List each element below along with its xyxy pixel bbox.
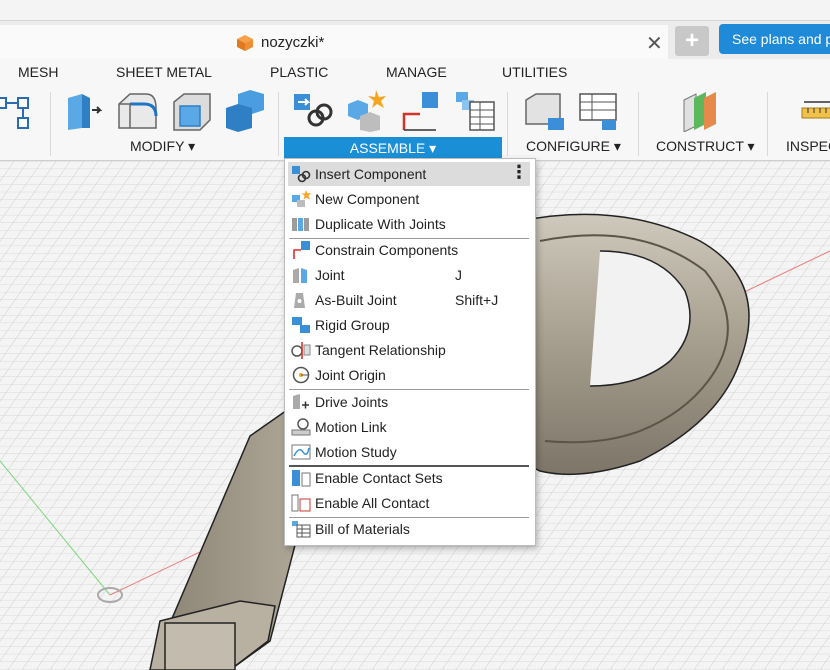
menu-item-label: Constrain Components	[315, 242, 459, 258]
menu-item-new-component[interactable]: New Component	[288, 187, 530, 211]
handle-tip	[164, 622, 236, 670]
tab-plastic[interactable]: PLASTIC	[270, 64, 328, 80]
plus-icon[interactable]: +	[675, 26, 709, 56]
tab-utilities[interactable]: UTILITIES	[502, 64, 567, 80]
motion-study-icon	[291, 444, 311, 460]
menu-item-label: Drive Joints	[315, 394, 389, 410]
menu-item-label: Insert Component	[315, 166, 427, 182]
tangent-icon	[291, 342, 311, 359]
offset-plane-icon[interactable]	[680, 90, 722, 132]
ribbon-separator	[278, 92, 279, 156]
inspect-group-label[interactable]: INSPEC	[786, 138, 830, 154]
ribbon-separator	[507, 92, 508, 156]
insert-component-tool-icon[interactable]	[292, 90, 334, 132]
joint-origin-icon	[292, 366, 310, 384]
menu-item-motion-link[interactable]: Motion Link	[288, 415, 530, 439]
joint-icon	[293, 268, 307, 283]
mesh-tool-icon[interactable]	[0, 90, 36, 132]
rigid-group-icon	[292, 317, 310, 333]
ribbon-separator	[50, 92, 51, 156]
fillet-icon[interactable]	[116, 90, 158, 132]
as-built-joint-icon	[294, 293, 305, 308]
menu-item-bill-of-materials[interactable]: Bill of Materials	[288, 517, 530, 541]
shortcut-label: Shift+J	[455, 292, 499, 308]
assemble-group-label[interactable]: ASSEMBLE ▾	[284, 137, 502, 159]
menu-item-label: Bill of Materials	[315, 521, 410, 537]
document-tab[interactable]: nozyczki* ✕	[0, 25, 668, 59]
menu-item-insert-component[interactable]: Insert Component ⋮	[288, 162, 530, 186]
see-plans-button[interactable]: See plans and p	[719, 24, 830, 54]
more-options-icon[interactable]: ⋮	[510, 162, 528, 183]
menu-item-label: Joint	[315, 267, 345, 283]
close-tab-icon[interactable]: ✕	[646, 31, 663, 56]
configuration-table-icon[interactable]	[578, 90, 620, 132]
menu-item-label: Enable Contact Sets	[315, 470, 443, 486]
document-title: nozyczki*	[261, 34, 325, 51]
assemble-dropdown-menu: Insert Component ⋮ New Component Duplica…	[284, 158, 536, 546]
configure-icon[interactable]	[524, 90, 566, 132]
title-strip: )	[0, 0, 830, 21]
menu-item-drive-joints[interactable]: Drive Joints	[288, 390, 530, 414]
menu-item-as-built-joint[interactable]: As-Built Joint Shift+J	[288, 288, 530, 312]
menu-item-label: Motion Link	[315, 419, 387, 435]
tab-manage[interactable]: MANAGE	[386, 64, 447, 80]
menu-item-duplicate-with-joints[interactable]: Duplicate With Joints	[288, 212, 530, 236]
contact-sets-icon	[292, 470, 311, 487]
component-cube-icon	[237, 35, 253, 51]
all-contact-icon	[291, 494, 311, 512]
ribbon-separator	[767, 92, 768, 156]
bom-tool-icon[interactable]	[454, 90, 496, 132]
ribbon-tab-row: MESH SHEET METAL PLASTIC MANAGE UTILITIE…	[0, 59, 830, 86]
menu-item-label: Tangent Relationship	[315, 342, 446, 358]
modify-group-label[interactable]: MODIFY ▾	[130, 138, 195, 155]
constrain-icon	[293, 241, 310, 259]
menu-item-constrain-components[interactable]: Constrain Components	[288, 238, 530, 262]
menu-item-label: Enable All Contact	[315, 495, 430, 511]
press-pull-icon[interactable]	[64, 90, 106, 132]
ribbon-separator	[638, 92, 639, 156]
shortcut-label: J	[455, 267, 462, 283]
measure-icon[interactable]	[800, 90, 830, 132]
duplicate-joints-icon	[292, 218, 309, 231]
menu-item-label: Joint Origin	[315, 367, 386, 383]
ribbon-toolbar: MODIFY ▾ ASSEMBLE ▾ CONFIGURE ▾ CONSTRUC…	[0, 86, 830, 161]
constrain-tool-icon[interactable]	[400, 90, 442, 132]
combine-icon[interactable]	[224, 90, 266, 132]
new-component-tool-icon[interactable]	[346, 90, 388, 132]
menu-item-label: Rigid Group	[315, 317, 390, 333]
menu-item-label: Motion Study	[315, 444, 397, 460]
configure-group-label[interactable]: CONFIGURE ▾	[526, 138, 621, 155]
menu-item-tangent-relationship[interactable]: Tangent Relationship	[288, 338, 530, 362]
menu-item-enable-contact-sets[interactable]: Enable Contact Sets	[288, 466, 530, 490]
drive-joints-icon	[293, 394, 309, 409]
menu-item-motion-study[interactable]: Motion Study	[288, 440, 530, 464]
new-component-icon	[292, 190, 311, 207]
shell-icon[interactable]	[170, 90, 212, 132]
menu-item-rigid-group[interactable]: Rigid Group	[288, 313, 530, 337]
menu-item-joint-origin[interactable]: Joint Origin	[288, 363, 530, 387]
tab-sheet-metal[interactable]: SHEET METAL	[116, 64, 212, 80]
tab-mesh[interactable]: MESH	[18, 64, 58, 80]
menu-item-enable-all-contact[interactable]: Enable All Contact	[288, 491, 530, 515]
construct-group-label[interactable]: CONSTRUCT ▾	[656, 138, 755, 155]
menu-item-label: As-Built Joint	[315, 292, 397, 308]
menu-item-label: Duplicate With Joints	[315, 216, 446, 232]
menu-item-joint[interactable]: Joint J	[288, 263, 530, 287]
insert-component-icon	[292, 166, 311, 183]
menu-item-label: New Component	[315, 191, 420, 207]
document-tab-bar: nozyczki* ✕ + See plans and p	[0, 21, 830, 59]
motion-link-icon	[291, 418, 311, 436]
bom-icon	[292, 521, 311, 538]
